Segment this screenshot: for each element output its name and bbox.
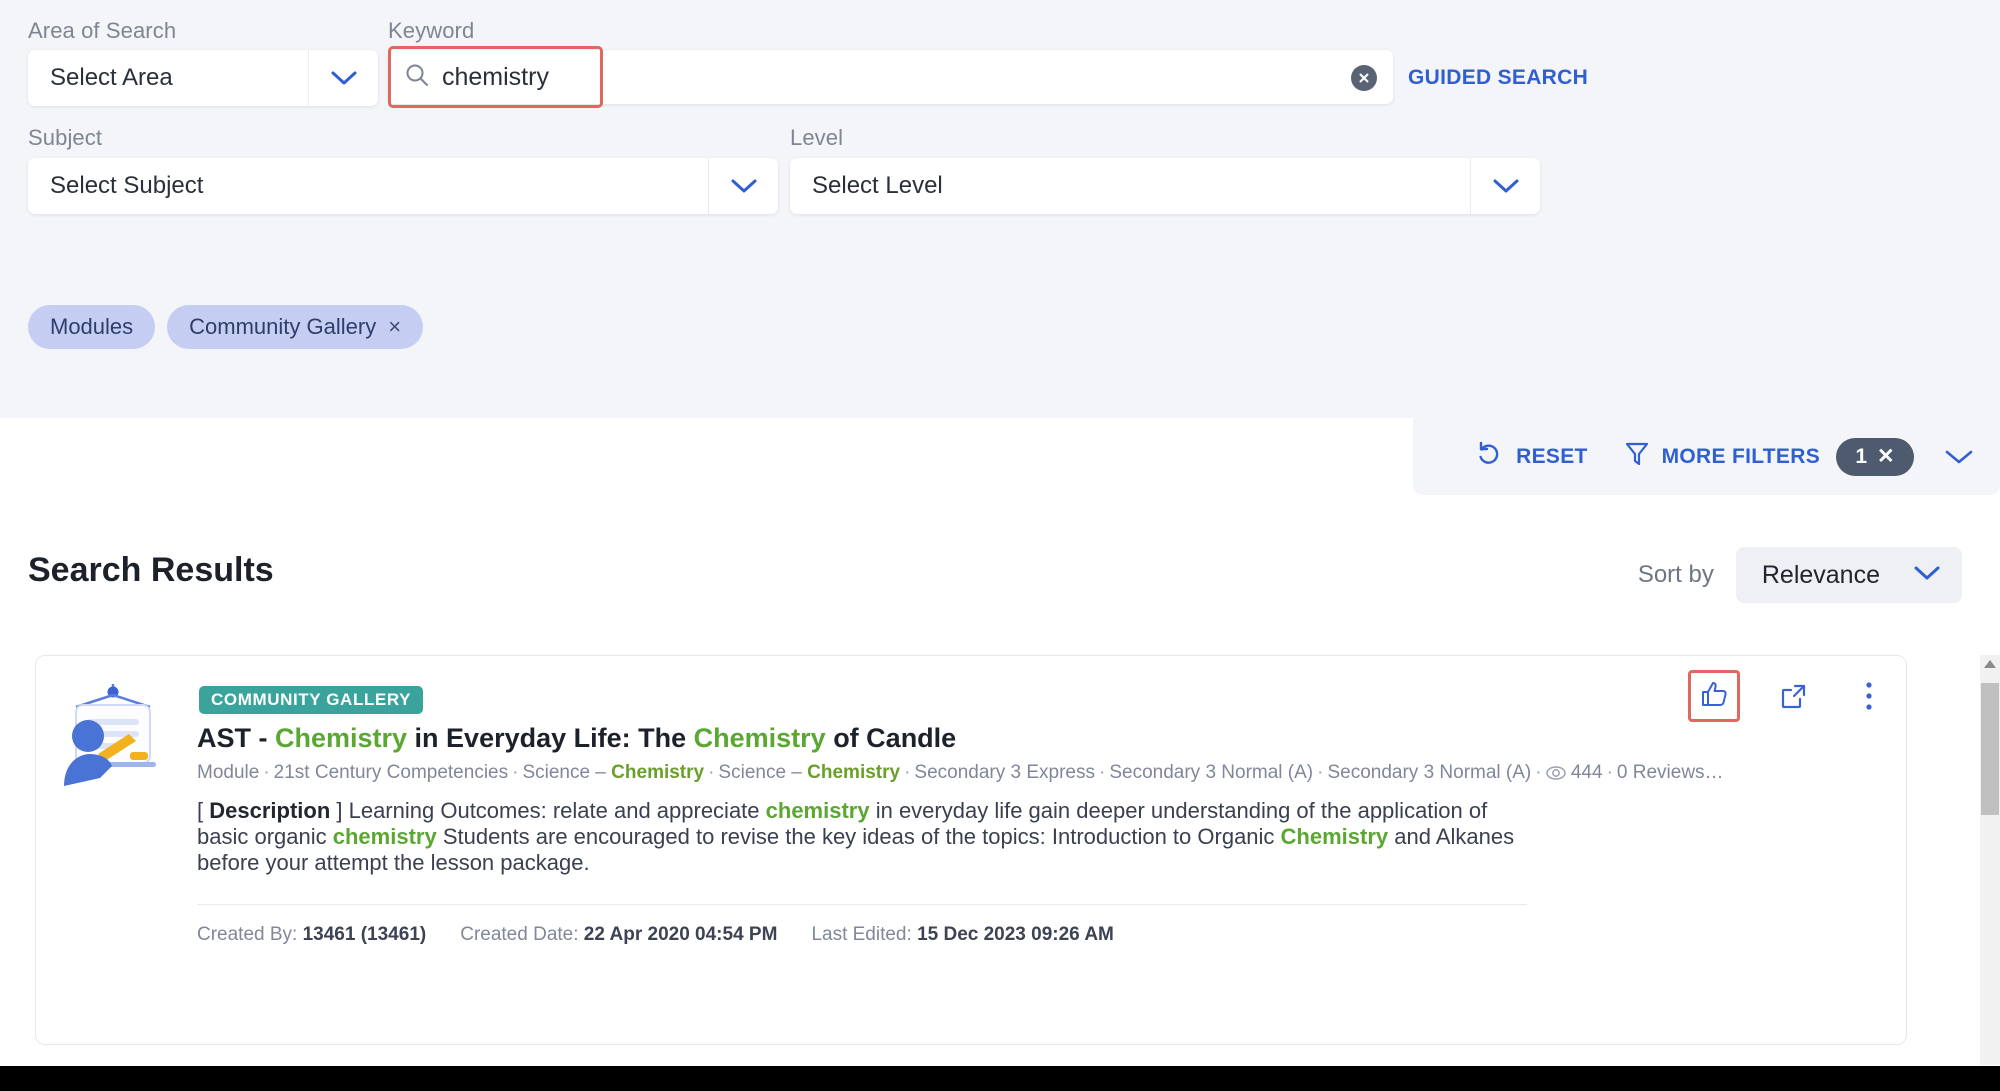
guided-search-link[interactable]: GUIDED SEARCH [1408, 66, 1588, 90]
created-date-label: Created Date: [460, 924, 579, 945]
filter-chip-modules[interactable]: Modules [28, 305, 156, 349]
clear-circle-icon[interactable] [1351, 65, 1377, 91]
filter-chip-label: Modules [50, 314, 134, 339]
result-metadata: Module · 21st Century Competencies · Science… [197, 762, 1724, 783]
close-icon[interactable]: × [388, 316, 401, 338]
desc-highlight: chemistry [765, 798, 870, 823]
page-title: Search Results [28, 551, 274, 589]
view-count: 444 [1570, 762, 1603, 783]
vertical-scrollbar[interactable] [1980, 655, 2000, 1065]
meta-subject-2: Science – Chemistry [718, 762, 901, 783]
subject-label: Subject [28, 125, 103, 150]
filter-count-badge[interactable]: 1 ✕ [1836, 437, 1914, 476]
keyword-field-wrap [388, 46, 1393, 108]
card-divider [197, 904, 1527, 905]
result-title[interactable]: AST - Chemistry in Everyday Life: The Ch… [197, 723, 956, 754]
area-of-search-label: Area of Search [28, 18, 177, 43]
bottom-bar [0, 1066, 2000, 1091]
desc-part: Students are encouraged to revise the ke… [436, 823, 1281, 849]
sort-select[interactable]: Relevance [1735, 547, 1962, 603]
filter-chip-community-gallery[interactable]: Community Gallery × [167, 305, 424, 349]
last-edited: Last Edited: 15 Dec 2023 09:26 AM [811, 924, 1113, 946]
level-value: Select Level [812, 172, 943, 199]
filter-action-bar: RESET MORE FILTERS 1 ✕ [1413, 418, 2000, 495]
like-button-highlight[interactable] [1688, 670, 1740, 722]
eye-icon [1545, 762, 1566, 783]
search-icon [404, 62, 430, 93]
meta-subject-1: Science – Chemistry [522, 762, 705, 783]
desc-highlight: chemistry [332, 823, 437, 849]
card-action-buttons [1688, 670, 1892, 722]
chevron-down-icon[interactable] [708, 158, 778, 214]
active-filter-chips: Modules Community Gallery × [28, 305, 424, 349]
meta-type: Module [197, 762, 260, 783]
funnel-icon [1624, 440, 1650, 474]
review-count: 0 Reviews [1616, 762, 1705, 783]
external-link-icon[interactable] [1770, 673, 1816, 719]
like-icon[interactable] [1699, 679, 1729, 714]
chevron-down-icon[interactable] [308, 50, 378, 106]
sort-value: Relevance [1761, 560, 1880, 589]
subject-select[interactable]: Select Subject [28, 158, 778, 214]
reset-label: RESET [1516, 444, 1588, 468]
created-by: Created By: 13461 (13461) [197, 924, 426, 946]
area-of-search-value: Select Area [50, 64, 173, 91]
meta-level-2: Secondary 3 Normal (A) [1109, 762, 1314, 783]
scroll-up-arrow-icon[interactable] [1980, 655, 2000, 673]
last-edited-label: Last Edited: [811, 924, 912, 945]
undo-icon [1476, 440, 1504, 474]
filter-panel: Area of Search Select Area Keyword GUIDE… [0, 0, 2000, 418]
result-thumbnail-icon [54, 674, 172, 792]
desc-part: [ [197, 798, 210, 823]
result-footer: Created By: 13461 (13461) Created Date: … [197, 924, 1114, 946]
filter-count-value: 1 [1855, 444, 1868, 468]
level-select[interactable]: Select Level [790, 158, 1540, 214]
subject-value: Select Subject [50, 172, 204, 199]
desc-part: ] Learning Outcomes: relate and apprecia… [330, 798, 766, 823]
meta-level-1: Secondary 3 Express [914, 762, 1095, 783]
more-vertical-icon[interactable] [1846, 673, 1892, 719]
keyword-label: Keyword [388, 18, 475, 43]
more-filters-button[interactable]: MORE FILTERS [1624, 440, 1820, 474]
filter-chip-label: Community Gallery [189, 314, 377, 339]
more-filters-label: MORE FILTERS [1661, 444, 1820, 468]
created-by-value: 13461 (13461) [302, 924, 427, 945]
desc-highlight: Chemistry [1280, 823, 1389, 849]
created-date: Created Date: 22 Apr 2020 04:54 PM [460, 924, 777, 946]
title-part: in Everyday Life: The [407, 723, 694, 753]
level-label: Level [790, 125, 844, 150]
collapse-filters-chevron-icon[interactable] [1944, 448, 1974, 466]
area-of-search-select[interactable]: Select Area [28, 50, 378, 106]
title-part-highlight: Chemistry [275, 723, 408, 753]
result-description: [ Description ] Learning Outcomes: relat… [197, 798, 1527, 876]
title-part: AST - [197, 723, 275, 753]
search-results-section: Search Results Sort by Relevance COMMUNI… [0, 495, 2000, 1065]
meta-ellipsis[interactable]: … [1705, 762, 1724, 783]
meta-level-3: Secondary 3 Normal (A) [1327, 762, 1532, 783]
last-edited-value: 15 Dec 2023 09:26 AM [917, 924, 1114, 945]
search-result-card[interactable]: COMMUNITY GALLERY AST - Chemistry in Eve… [35, 655, 1907, 1045]
sort-by-label: Sort by [1637, 561, 1714, 588]
chevron-down-icon[interactable] [1470, 158, 1540, 214]
title-part-highlight: Chemistry [693, 723, 826, 753]
reset-button[interactable]: RESET [1476, 440, 1588, 474]
status-badge: COMMUNITY GALLERY [199, 686, 424, 714]
clear-filters-icon[interactable]: ✕ [1877, 444, 1895, 469]
created-by-label: Created By: [197, 924, 298, 945]
scrollbar-thumb[interactable] [1981, 683, 1999, 815]
desc-label: Description [209, 798, 331, 823]
chevron-down-icon[interactable] [1914, 565, 1940, 586]
created-date-value: 22 Apr 2020 04:54 PM [583, 924, 778, 945]
meta-competency: 21st Century Competencies [273, 762, 509, 783]
sort-control: Sort by Relevance [1638, 547, 1962, 603]
keyword-input[interactable] [440, 54, 1320, 100]
title-part: of Candle [825, 723, 957, 753]
